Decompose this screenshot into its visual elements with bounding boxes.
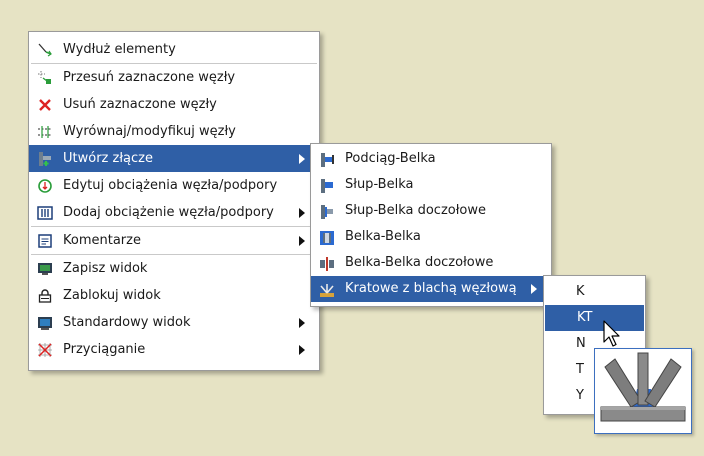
menu-item-comments[interactable]: Komentarze [29, 227, 319, 254]
submenu-item-label: Belka-Belka doczołowe [345, 255, 494, 270]
menu-item-label: Standardowy widok [63, 315, 191, 330]
girder-beam-icon [321, 153, 334, 167]
submenu-item-girder-beam[interactable]: Podciąg-Belka [311, 146, 551, 172]
menu-item-label: Edytuj obciążenia węzła/podpory [63, 178, 278, 193]
submenu-arrow-icon [299, 344, 305, 355]
menu-item-label: Zapisz widok [63, 261, 148, 276]
add-load-icon [37, 206, 53, 220]
context-menu: Wydłuż elementy Przesuń zaznaczone węzły… [28, 31, 320, 371]
submenu-arrow-icon [299, 235, 305, 246]
submenu-item-label: Kratowe z blachą węzłową [345, 281, 517, 296]
menu-item-label: Wydłuż elementy [63, 42, 176, 57]
truss-type-k[interactable]: K [544, 279, 645, 305]
beam-beam-endplate-icon [320, 257, 334, 271]
lock-view-icon [38, 289, 52, 303]
submenu-arrow-icon [299, 153, 305, 164]
submenu-item-label: Podciąg-Belka [345, 151, 436, 166]
menu-item-label: Komentarze [63, 233, 141, 248]
menu-item-label: Usuń zaznaczone węzły [63, 97, 217, 112]
truss-type-kt[interactable]: KT [545, 305, 644, 331]
menu-item-label: Przyciąganie [63, 342, 146, 357]
snap-icon [38, 343, 52, 357]
submenu-arrow-icon [299, 317, 305, 328]
submenu-item-beam-beam-endplate[interactable]: Belka-Belka doczołowe [311, 250, 551, 276]
column-beam-endplate-icon [321, 205, 333, 219]
menu-item-standard-view[interactable]: Standardowy widok [29, 309, 319, 336]
mouse-pointer-icon [603, 320, 620, 347]
extend-elements-icon [38, 43, 52, 57]
create-joint-icon [39, 152, 51, 166]
submenu-item-column-beam[interactable]: Słup-Belka [311, 172, 551, 198]
truss-kt-diagram-icon [600, 352, 686, 422]
submenu-arrow-icon [299, 207, 305, 218]
menu-item-label: Utwórz złącze [63, 151, 153, 166]
submenu-item-label: Słup-Belka doczołowe [345, 203, 487, 218]
menu-item-edit-load[interactable]: Edytuj obciążenia węzła/podpory [29, 172, 319, 199]
menu-item-save-view[interactable]: Zapisz widok [29, 255, 319, 282]
save-view-icon [38, 263, 52, 275]
truss-gusset-icon [320, 284, 334, 297]
menu-item-label: Przesuń zaznaczone węzły [63, 70, 236, 85]
menu-item-label: Dodaj obciążenie węzła/podpory [63, 205, 274, 220]
submenu-item-column-beam-endplate[interactable]: Słup-Belka doczołowe [311, 198, 551, 224]
delete-x-icon [39, 99, 51, 111]
menu-item-extend-elements[interactable]: Wydłuż elementy [29, 36, 319, 63]
menu-item-add-load[interactable]: Dodaj obciążenie węzła/podpory [29, 199, 319, 226]
menu-item-label: Wyrównaj/modyfikuj węzły [63, 124, 236, 139]
menu-item-snap[interactable]: Przyciąganie [29, 336, 319, 363]
menu-item-create-joint[interactable]: Utwórz złącze [29, 145, 319, 172]
submenu-item-beam-beam[interactable]: Belka-Belka [311, 224, 551, 250]
comment-icon [38, 234, 52, 248]
move-nodes-icon [38, 71, 51, 84]
joint-submenu: Podciąg-Belka Słup-Belka Słup-Belka docz… [310, 143, 552, 307]
menu-item-lock-view[interactable]: Zablokuj widok [29, 282, 319, 309]
submenu-arrow-icon [531, 284, 537, 294]
column-beam-icon [321, 179, 333, 193]
menu-item-move-nodes[interactable]: Przesuń zaznaczone węzły [29, 64, 319, 91]
menu-item-delete-nodes[interactable]: Usuń zaznaczone węzły [29, 91, 319, 118]
submenu-item-truss-gusset[interactable]: Kratowe z blachą węzłową [311, 276, 551, 302]
beam-beam-icon [320, 231, 334, 245]
submenu-item-label: Słup-Belka [345, 177, 414, 192]
submenu-item-label: Belka-Belka [345, 229, 421, 244]
truss-kt-preview-image [594, 348, 692, 434]
edit-load-icon [38, 179, 52, 193]
standard-view-icon [38, 317, 52, 330]
align-nodes-icon [38, 126, 52, 138]
menu-item-align-nodes[interactable]: Wyrównaj/modyfikuj węzły [29, 118, 319, 145]
menu-item-label: Zablokuj widok [63, 288, 161, 303]
